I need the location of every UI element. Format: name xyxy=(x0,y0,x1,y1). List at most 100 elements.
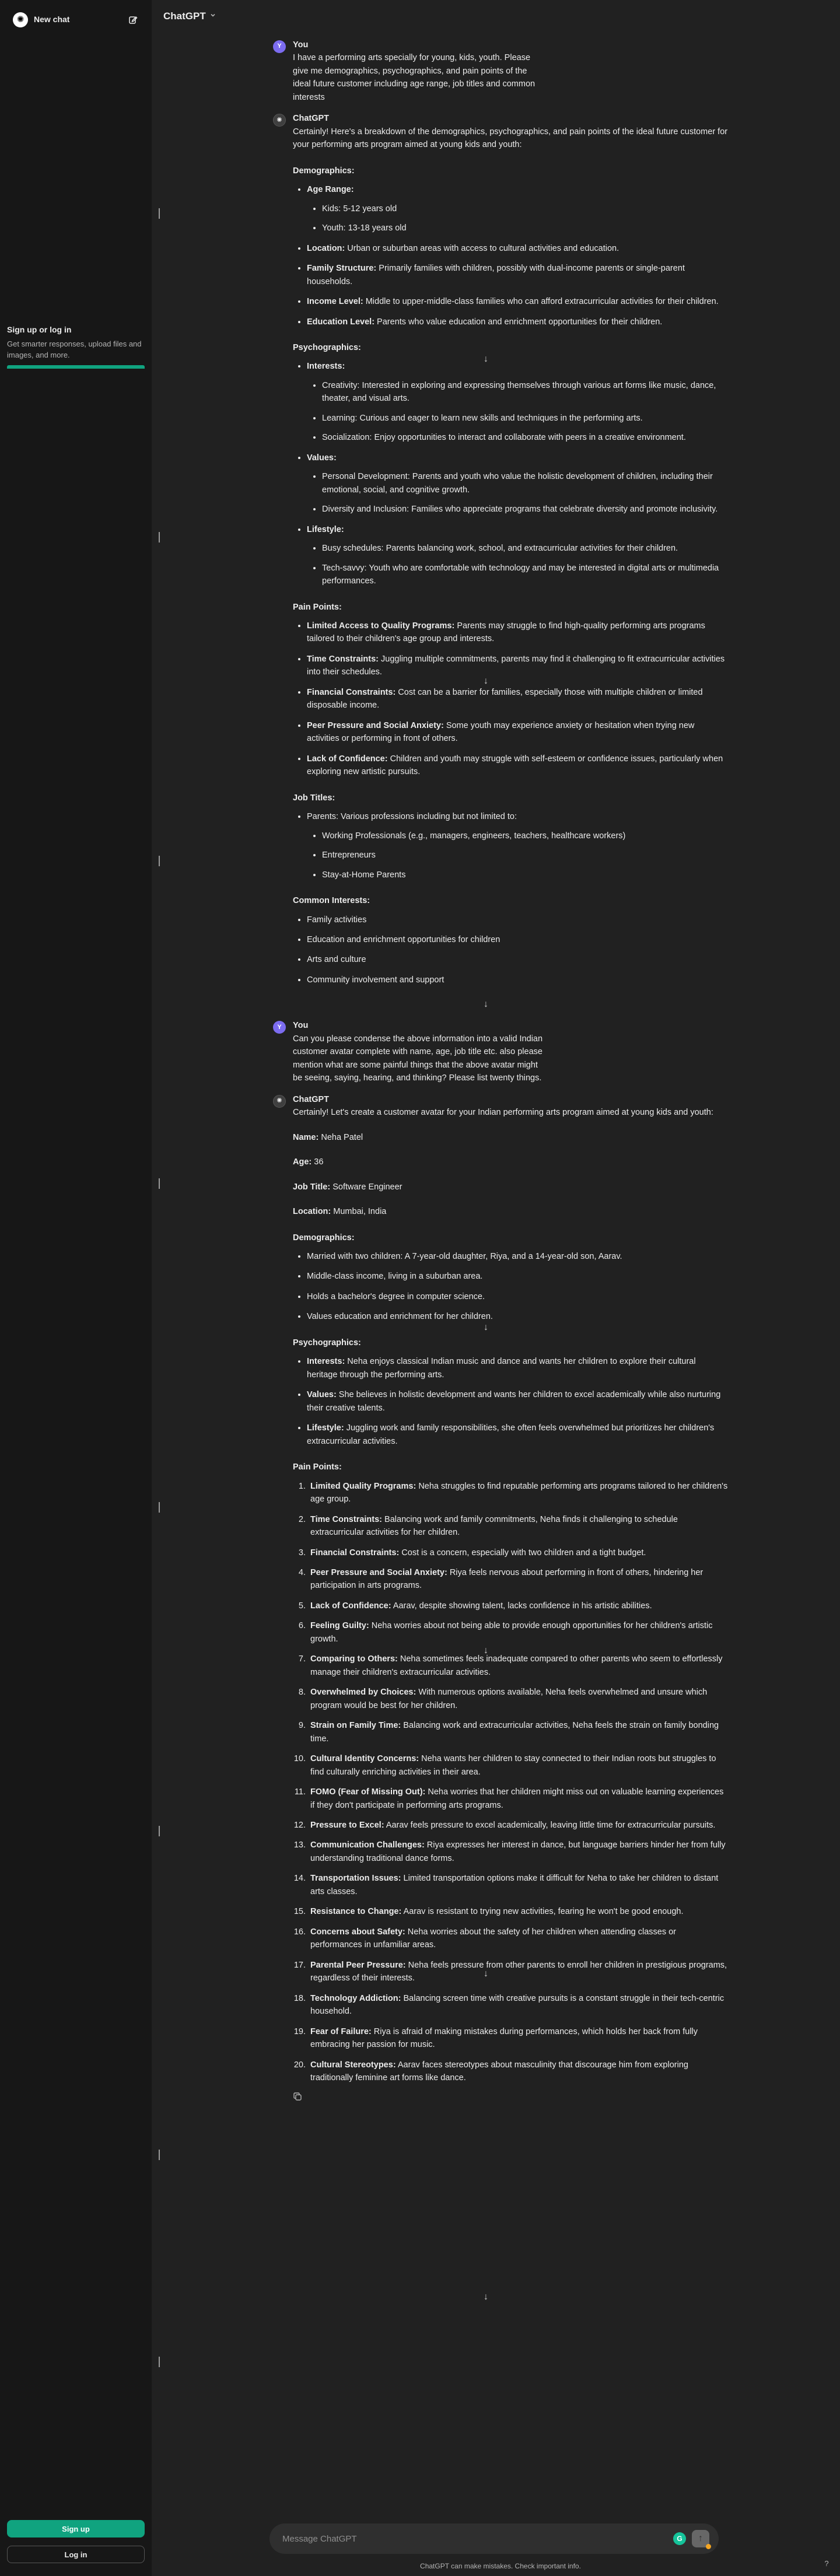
list-item: Youth: 13-18 years old xyxy=(322,222,728,235)
list-item: Resistance to Change: Aarav is resistant… xyxy=(308,1905,728,1918)
item-label: Lifestyle: xyxy=(307,1423,344,1433)
item-label: Cultural Identity Concerns: xyxy=(310,1754,419,1764)
arrow-down-icon[interactable]: ↓ xyxy=(480,2291,492,2303)
send-button[interactable]: ↑ xyxy=(692,2530,711,2549)
item-label: Lack of Confidence: xyxy=(307,754,388,764)
job-titles-list: Parents: Various professions including b… xyxy=(307,810,728,881)
new-chat-button[interactable]: ✺ New chat xyxy=(7,8,145,32)
field-label: Age: xyxy=(293,1157,312,1167)
list-item: Parental Peer Pressure: Neha feels press… xyxy=(308,1959,728,1985)
new-chat-label: New chat xyxy=(34,15,70,24)
list-item: Stay-at-Home Parents xyxy=(322,869,728,881)
list-item: Education Level: Parents who value educa… xyxy=(307,316,728,328)
promo-body: Get smarter responses, upload files and … xyxy=(7,339,142,359)
list-item: Limited Quality Programs: Neha struggles… xyxy=(308,1480,728,1506)
avatar-psychographics-list: Interests: Neha enjoys classical Indian … xyxy=(307,1355,728,1448)
list-item: Community involvement and support xyxy=(307,974,728,986)
item-text: Urban or suburban areas with access to c… xyxy=(345,243,620,253)
author-name: ChatGPT xyxy=(293,1094,330,1104)
list-item: Married with two children: A 7-year-old … xyxy=(307,1250,728,1263)
chatgpt-avatar-icon: ✺ xyxy=(273,114,286,127)
author-name: You xyxy=(293,1021,309,1031)
list-item: Time Constraints: Juggling multiple comm… xyxy=(307,653,728,679)
assistant-intro: Certainly! Let's create a customer avata… xyxy=(293,1108,713,1118)
field-value: Software Engineer xyxy=(330,1182,402,1192)
psychographics-list: Interests: Creativity: Interested in exp… xyxy=(307,360,728,587)
header: ChatGPT xyxy=(152,0,840,33)
list-item: Transportation Issues: Limited transport… xyxy=(308,1872,728,1898)
disclaimer: ChatGPT can make mistakes. Check importa… xyxy=(420,2562,581,2570)
log-in-button[interactable]: Log in xyxy=(7,2546,145,2563)
list-item: Financial Constraints: Cost can be a bar… xyxy=(307,686,728,712)
avatar-job-field: Job Title: Software Engineer xyxy=(293,1181,728,1194)
item-label: Limited Access to Quality Programs: xyxy=(307,621,455,631)
item-text: Aarav is resistant to trying new activit… xyxy=(401,1907,684,1917)
section-heading: Demographics: xyxy=(293,166,355,176)
item-label: Pressure to Excel: xyxy=(310,1821,384,1830)
section-heading: Psychographics: xyxy=(293,1338,361,1348)
list-item: Age Range: Kids: 5-12 years old Youth: 1… xyxy=(307,183,728,235)
item-text: Cost is a concern, especially with two c… xyxy=(399,1548,646,1558)
message-input[interactable] xyxy=(282,2533,673,2544)
list-item: Education and enrichment opportunities f… xyxy=(307,933,728,946)
field-label: Location: xyxy=(293,1207,331,1217)
item-text: Neha enjoys classical Indian music and d… xyxy=(307,1357,696,1380)
item-label: Peer Pressure and Social Anxiety: xyxy=(307,720,444,730)
assistant-intro: Certainly! Here's a breakdown of the dem… xyxy=(293,127,728,150)
item-label: Cultural Stereotypes: xyxy=(310,2060,396,2070)
list-item: Learning: Curious and eager to learn new… xyxy=(322,412,728,425)
list-item: Lifestyle: Busy schedules: Parents balan… xyxy=(307,523,728,588)
list-item: Values: She believes in holistic develop… xyxy=(307,1388,728,1415)
item-label: Transportation Issues: xyxy=(310,1874,401,1884)
user-avatar: Y xyxy=(273,1021,286,1034)
item-label: Strain on Family Time: xyxy=(310,1721,401,1731)
chatgpt-avatar-icon: ✺ xyxy=(273,1094,286,1108)
avatar-age-field: Age: 36 xyxy=(293,1156,728,1168)
item-label: Comparing to Others: xyxy=(310,1654,398,1664)
model-selector[interactable]: ChatGPT xyxy=(163,9,206,24)
item-label: Age Range: xyxy=(307,185,354,195)
list-item: Peer Pressure and Social Anxiety: Some y… xyxy=(307,719,728,746)
item-label: Lifestyle: xyxy=(307,524,344,534)
field-label: Name: xyxy=(293,1132,319,1142)
list-item: Values education and enrichment for her … xyxy=(307,1310,728,1323)
list-item: Communication Challenges: Riya expresses… xyxy=(308,1839,728,1865)
item-label: Technology Addiction: xyxy=(310,1993,401,2003)
item-label: Concerns about Safety: xyxy=(310,1927,405,1937)
chevron-down-icon[interactable] xyxy=(209,11,216,22)
copy-icon[interactable] xyxy=(293,2092,303,2102)
pain-points-list: Limited Access to Quality Programs: Pare… xyxy=(307,620,728,779)
list-item: Interests: Creativity: Interested in exp… xyxy=(307,360,728,444)
send-icon: ↑ xyxy=(698,2533,703,2543)
item-label: Time Constraints: xyxy=(310,1514,383,1524)
grammarly-icon[interactable]: G xyxy=(673,2532,686,2545)
item-label: Parental Peer Pressure: xyxy=(310,1960,406,1970)
item-label: Financial Constraints: xyxy=(307,687,396,697)
demographics-list: Age Range: Kids: 5-12 years old Youth: 1… xyxy=(307,183,728,328)
help-button[interactable]: ? xyxy=(820,2557,833,2570)
list-item: Creativity: Interested in exploring and … xyxy=(322,379,728,405)
section-heading: Pain Points: xyxy=(293,602,342,612)
promo-signup-button-partial[interactable] xyxy=(7,365,145,369)
item-label: Communication Challenges: xyxy=(310,1840,425,1850)
list-item: Lack of Confidence: Children and youth m… xyxy=(307,752,728,779)
list-item: Comparing to Others: Neha sometimes feel… xyxy=(308,1653,728,1679)
user-message-text: I have a performing arts specially for y… xyxy=(293,53,536,102)
list-item: Holds a bachelor's degree in computer sc… xyxy=(307,1290,728,1303)
sign-up-button[interactable]: Sign up xyxy=(7,2520,145,2538)
author-name: ChatGPT xyxy=(293,114,330,124)
item-label: Location: xyxy=(307,243,345,253)
edit-icon[interactable] xyxy=(127,14,139,26)
scroll-mark xyxy=(159,1826,160,1836)
item-text: Parents who value education and enrichme… xyxy=(374,317,663,327)
list-item: Middle-class income, living in a suburba… xyxy=(307,1270,728,1283)
common-interests-list: Family activities Education and enrichme… xyxy=(307,914,728,987)
item-label: Overwhelmed by Choices: xyxy=(310,1688,416,1698)
list-item: Busy schedules: Parents balancing work, … xyxy=(322,542,728,555)
status-dot xyxy=(706,2544,711,2549)
field-value: Mumbai, India xyxy=(331,1207,387,1217)
item-label: Lack of Confidence: xyxy=(310,1601,391,1611)
item-text: Juggling work and family responsibilitie… xyxy=(307,1423,715,1446)
avatar-pain-points-list: Limited Quality Programs: Neha struggles… xyxy=(308,1480,728,2085)
signup-promo: Sign up or log in Get smarter responses,… xyxy=(7,324,145,369)
